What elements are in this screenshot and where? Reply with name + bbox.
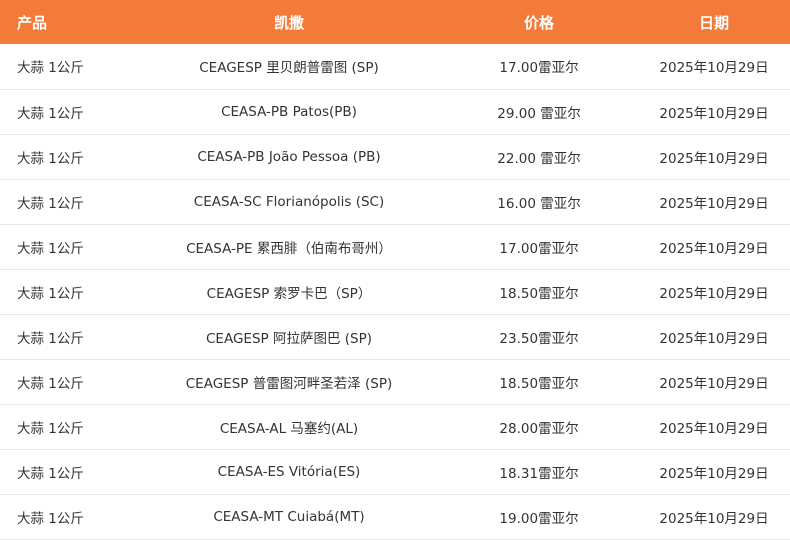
cell-price: 22.00 雷亚尔 — [497, 150, 581, 167]
cell-product: 大蒜 1公斤 — [17, 60, 84, 77]
cell-market: CEAGESP 普雷图河畔圣若泽 (SP) — [185, 375, 393, 392]
table-row: 大蒜 1公斤 CEASA-AL 马塞约(AL) 28.00雷亚尔 2025年10… — [0, 404, 790, 449]
cell-price: 18.50雷亚尔 — [499, 285, 579, 302]
cell-product: 大蒜 1公斤 — [17, 330, 84, 347]
cell-market: CEAGESP 里贝朗普雷图 (SP) — [199, 60, 379, 77]
cell-market: CEASA-PB Patos(PB) — [221, 103, 357, 120]
cell-market: CEASA-MT Cuiabá(MT) — [213, 508, 365, 525]
cell-date: 2025年10月29日 — [659, 375, 769, 392]
cell-date: 2025年10月29日 — [659, 195, 769, 212]
cell-product: 大蒜 1公斤 — [17, 465, 84, 482]
price-table: 产品 凯撒 价格 日期 大蒜 1公斤 CEAGESP 里贝朗普雷图 (SP) 1… — [0, 0, 790, 540]
cell-market: CEASA-SC Florianópolis (SC) — [193, 193, 385, 210]
cell-product: 大蒜 1公斤 — [17, 375, 84, 392]
table-row: 大蒜 1公斤 CEASA-MT Cuiabá(MT) 19.00雷亚尔 2025… — [0, 494, 790, 539]
cell-price: 17.00雷亚尔 — [499, 240, 579, 257]
table-body: 大蒜 1公斤 CEAGESP 里贝朗普雷图 (SP) 17.00雷亚尔 2025… — [0, 44, 790, 539]
cell-price: 23.50雷亚尔 — [499, 330, 579, 347]
cell-date: 2025年10月29日 — [659, 420, 769, 437]
cell-product: 大蒜 1公斤 — [17, 150, 84, 167]
cell-market: CEAGESP 阿拉萨图巴 (SP) — [206, 330, 372, 347]
table-row: 大蒜 1公斤 CEAGESP 里贝朗普雷图 (SP) 17.00雷亚尔 2025… — [0, 44, 790, 89]
cell-product: 大蒜 1公斤 — [17, 510, 84, 527]
cell-price: 18.31雷亚尔 — [499, 465, 579, 482]
table-row: 大蒜 1公斤 CEASA-PE 累西腓（伯南布哥州） 17.00雷亚尔 2025… — [0, 224, 790, 269]
table-header: 产品 凯撒 价格 日期 — [0, 0, 790, 44]
cell-market: CEASA-AL 马塞约(AL) — [219, 420, 359, 437]
table-row: 大蒜 1公斤 CEASA-SC Florianópolis (SC) 16.00… — [0, 179, 790, 224]
cell-date: 2025年10月29日 — [659, 60, 769, 77]
header-date: 日期 — [698, 13, 729, 32]
header-price: 价格 — [523, 13, 554, 32]
cell-price: 17.00雷亚尔 — [499, 60, 579, 77]
cell-date: 2025年10月29日 — [659, 510, 769, 527]
cell-product: 大蒜 1公斤 — [17, 240, 84, 257]
table-row: 大蒜 1公斤 CEASA-PB João Pessoa (PB) 22.00 雷… — [0, 134, 790, 179]
cell-price: 19.00雷亚尔 — [499, 510, 579, 527]
cell-price: 29.00 雷亚尔 — [497, 105, 581, 122]
header-product: 产品 — [17, 13, 48, 32]
cell-date: 2025年10月29日 — [659, 105, 769, 122]
table-row: 大蒜 1公斤 CEAGESP 阿拉萨图巴 (SP) 23.50雷亚尔 2025年… — [0, 314, 790, 359]
header-row: 产品 凯撒 价格 日期 — [0, 0, 790, 44]
cell-date: 2025年10月29日 — [659, 150, 769, 167]
table-row: 大蒜 1公斤 CEAGESP 普雷图河畔圣若泽 (SP) 18.50雷亚尔 20… — [0, 359, 790, 404]
cell-price: 16.00 雷亚尔 — [497, 195, 581, 212]
cell-price: 18.50雷亚尔 — [499, 375, 579, 392]
cell-market: CEASA-PB João Pessoa (PB) — [197, 148, 381, 165]
cell-product: 大蒜 1公斤 — [17, 420, 84, 437]
cell-product: 大蒜 1公斤 — [17, 195, 84, 212]
table-row: 大蒜 1公斤 CEASA-PB Patos(PB) 29.00 雷亚尔 2025… — [0, 89, 790, 134]
cell-date: 2025年10月29日 — [659, 330, 769, 347]
header-market: 凯撒 — [273, 13, 304, 32]
cell-market: CEASA-ES Vitória(ES) — [217, 463, 361, 480]
cell-date: 2025年10月29日 — [659, 465, 769, 482]
cell-product: 大蒜 1公斤 — [17, 285, 84, 302]
cell-price: 28.00雷亚尔 — [499, 420, 579, 437]
table-row: 大蒜 1公斤 CEASA-ES Vitória(ES) 18.31雷亚尔 202… — [0, 449, 790, 494]
cell-market: CEASA-PE 累西腓（伯南布哥州） — [186, 240, 392, 257]
cell-product: 大蒜 1公斤 — [17, 105, 84, 122]
cell-market: CEAGESP 索罗卡巴（SP） — [206, 285, 372, 302]
table-row: 大蒜 1公斤 CEAGESP 索罗卡巴（SP） 18.50雷亚尔 2025年10… — [0, 269, 790, 314]
cell-date: 2025年10月29日 — [659, 285, 769, 302]
cell-date: 2025年10月29日 — [659, 240, 769, 257]
